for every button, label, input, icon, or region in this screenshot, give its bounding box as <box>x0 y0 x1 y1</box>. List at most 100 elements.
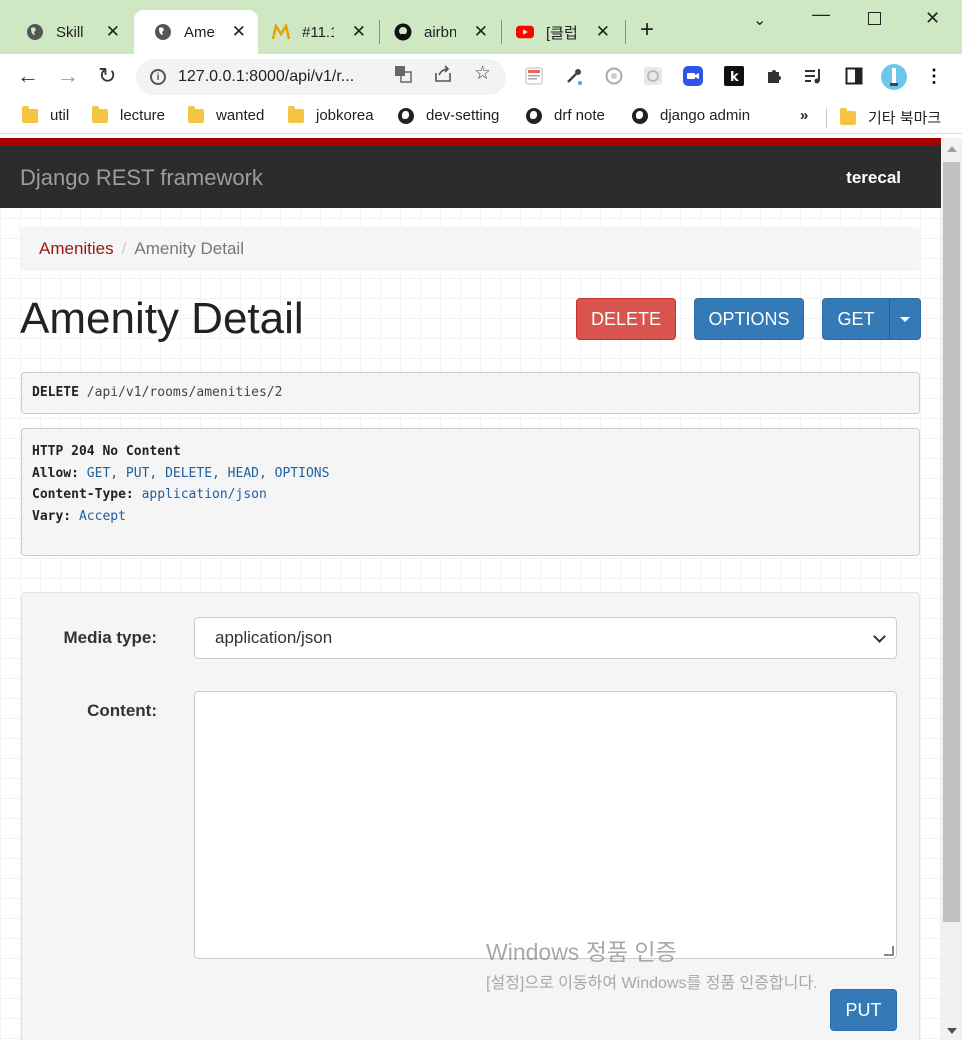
tab-github[interactable]: airbnb ✕ <box>374 10 500 54</box>
content-textarea[interactable] <box>194 691 897 959</box>
side-panel-icon[interactable] <box>844 66 864 86</box>
zoom-video-icon[interactable] <box>683 66 703 86</box>
page-scrollbar[interactable] <box>941 138 962 1040</box>
tab-skill[interactable]: Skill N ✕ <box>6 10 132 54</box>
globe-icon <box>632 107 648 124</box>
scroll-thumb[interactable] <box>943 162 960 922</box>
folder-icon <box>92 105 108 123</box>
share-icon[interactable] <box>434 65 452 88</box>
back-arrow-icon[interactable]: ← <box>17 64 39 88</box>
globe-icon <box>398 107 414 124</box>
svg-text:k: k <box>730 70 739 85</box>
reload-icon[interactable]: ↻ <box>98 64 116 88</box>
request-info: DELETE /api/v1/rooms/amenities/2 <box>21 372 920 414</box>
new-tab-button[interactable]: + <box>640 18 654 42</box>
close-tab-icon[interactable]: ✕ <box>232 22 246 42</box>
tab-lecture[interactable]: #11.1 ✕ <box>252 10 378 54</box>
forward-arrow-icon[interactable]: → <box>57 64 79 88</box>
response-header-row: Allow: GET, PUT, DELETE, HEAD, OPTIONS <box>32 465 330 481</box>
delete-button[interactable]: DELETE <box>576 298 676 340</box>
bookmark-wanted[interactable]: wanted <box>188 105 264 124</box>
page-title: Amenity Detail <box>20 294 304 343</box>
bookmark-star-icon[interactable]: ☆ <box>474 62 491 85</box>
bookmark-jobkorea[interactable]: jobkorea <box>288 105 374 124</box>
extension-k-icon[interactable]: k <box>724 66 744 86</box>
content-label: Content: <box>87 701 157 720</box>
bookmarks-more-icon[interactable]: » <box>800 107 808 124</box>
globe-icon <box>26 23 44 41</box>
caret-down-icon <box>900 316 910 322</box>
response-info: HTTP 204 No Content Allow: GET, PUT, DEL… <box>21 428 920 556</box>
media-control-icon[interactable] <box>804 66 824 86</box>
eyedropper-icon[interactable] <box>564 66 584 86</box>
windows-activation-text: [설정]으로 이동하여 Windows를 정품 인증합니다. <box>486 975 818 992</box>
scroll-down-arrow-icon[interactable] <box>947 1028 957 1034</box>
bookmarks-bar: util lecture wanted jobkorea dev-setting… <box>0 100 962 134</box>
tab-search-icon[interactable]: ⌄ <box>753 10 766 30</box>
browser-menu-icon[interactable]: ⋮ <box>924 66 944 86</box>
brand-link[interactable]: Django REST framework <box>20 165 263 191</box>
bookmark-drf-note[interactable]: drf note <box>526 107 605 124</box>
resize-handle[interactable] <box>884 946 894 956</box>
close-tab-icon[interactable]: ✕ <box>596 22 610 42</box>
page-viewport: Django REST framework terecal Amenities /… <box>0 138 941 1040</box>
minimize-icon[interactable]: — <box>812 4 830 25</box>
extension-gear-icon[interactable] <box>643 66 663 86</box>
close-window-icon[interactable]: ✕ <box>925 8 940 29</box>
folder-icon <box>188 105 204 123</box>
put-form: Media type: application/json Content: Wi… <box>21 592 920 1040</box>
response-header-row: Vary: Accept <box>32 508 126 524</box>
response-header-row: Content-Type: application/json <box>32 487 267 502</box>
site-info-icon[interactable]: i <box>150 69 166 85</box>
tab-amenity[interactable]: Ameni ✕ <box>134 10 258 54</box>
browser-toolbar: ← → ↻ i 127.0.0.1:8000/api/v1/r... ☆ k ⋮ <box>0 54 962 100</box>
get-format-dropdown[interactable] <box>889 298 921 340</box>
bookmark-util[interactable]: util <box>22 105 69 124</box>
folder-icon <box>840 107 856 125</box>
breadcrumb-separator: / <box>121 239 127 258</box>
globe-icon <box>154 23 172 41</box>
breadcrumb-current: Amenity Detail <box>134 239 244 258</box>
top-accent-bar <box>0 138 941 146</box>
maximize-icon[interactable] <box>868 12 881 25</box>
windows-activation-title: Windows 정품 인증 <box>486 939 677 965</box>
put-button[interactable]: PUT <box>830 989 897 1031</box>
close-tab-icon[interactable]: ✕ <box>474 22 488 42</box>
tab-strip: Skill N ✕ Ameni ✕ #11.1 ✕ airbnb ✕ [클럽 ✕… <box>0 0 962 54</box>
user-menu[interactable]: terecal <box>846 168 901 188</box>
media-type-value: application/json <box>215 628 333 647</box>
breadcrumb-amenities-link[interactable]: Amenities <box>39 239 114 258</box>
mcdonalds-icon <box>272 23 290 41</box>
media-type-select[interactable]: application/json <box>194 617 897 659</box>
breadcrumb: Amenities / Amenity Detail <box>21 227 920 271</box>
youtube-icon <box>516 23 534 41</box>
bookmark-django-admin[interactable]: django admin <box>632 107 750 124</box>
extension-notes-icon[interactable] <box>524 66 544 86</box>
folder-icon <box>288 105 304 123</box>
response-status: HTTP 204 No Content <box>32 444 181 459</box>
request-method: DELETE <box>32 385 79 400</box>
get-button[interactable]: GET <box>822 298 890 340</box>
tab-youtube[interactable]: [클럽 ✕ <box>496 10 622 54</box>
bookmark-lecture[interactable]: lecture <box>92 105 165 124</box>
tab-separator <box>625 20 626 44</box>
globe-icon <box>526 107 542 124</box>
options-button[interactable]: OPTIONS <box>694 298 804 340</box>
bookmark-divider <box>826 108 827 128</box>
github-icon <box>394 23 412 41</box>
drf-navbar: Django REST framework terecal <box>0 146 941 208</box>
close-tab-icon[interactable]: ✕ <box>352 22 366 42</box>
extension-circle-icon[interactable] <box>604 66 624 86</box>
chevron-down-icon <box>873 630 886 643</box>
folder-icon <box>22 105 38 123</box>
extensions-puzzle-icon[interactable] <box>764 66 784 86</box>
scroll-up-arrow-icon[interactable] <box>947 146 957 152</box>
translate-icon[interactable] <box>394 65 412 88</box>
media-type-label: Media type: <box>63 628 157 647</box>
url-text: 127.0.0.1:8000/api/v1/r... <box>178 68 355 85</box>
close-tab-icon[interactable]: ✕ <box>106 22 120 42</box>
bookmark-dev-setting[interactable]: dev-setting <box>398 107 499 124</box>
bookmark-other[interactable]: 기타 북마크 <box>840 107 941 128</box>
request-path: /api/v1/rooms/amenities/2 <box>86 385 283 400</box>
profile-avatar[interactable] <box>880 63 908 91</box>
